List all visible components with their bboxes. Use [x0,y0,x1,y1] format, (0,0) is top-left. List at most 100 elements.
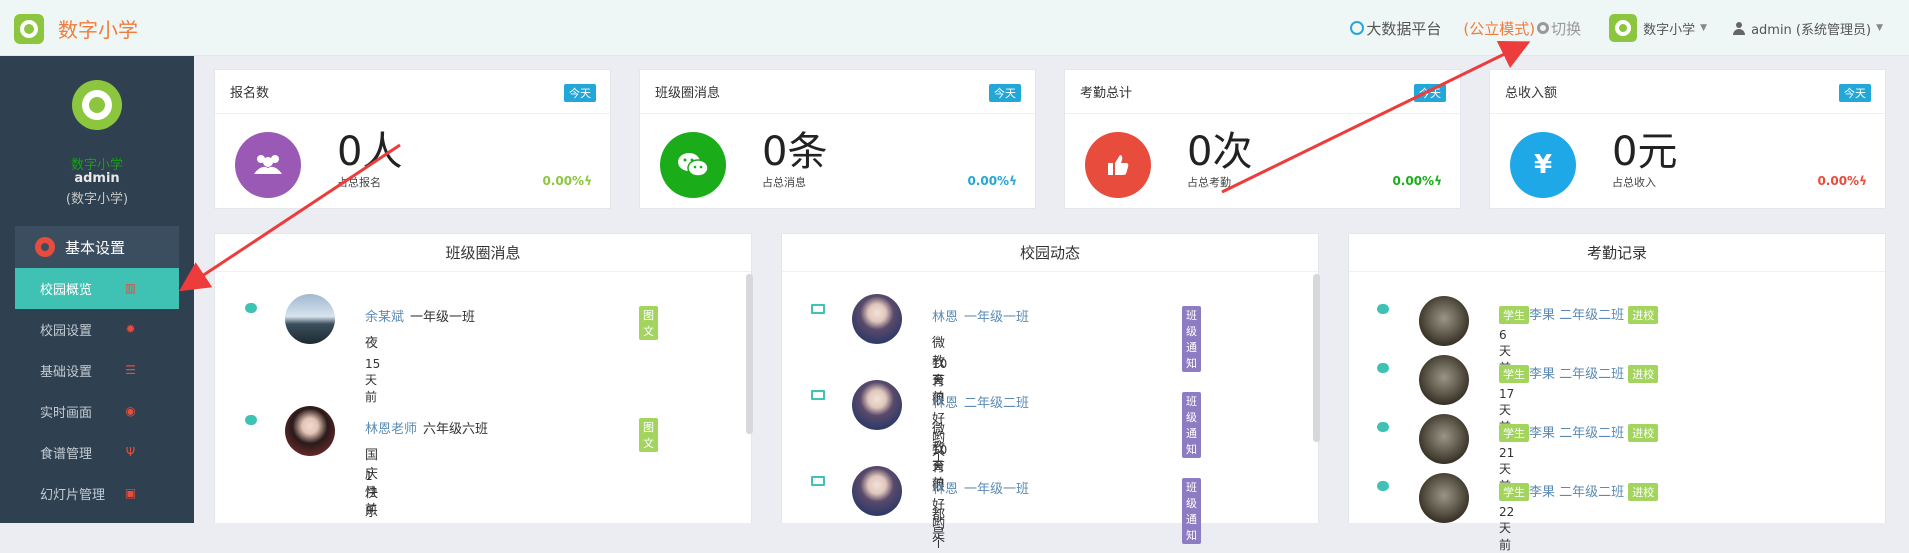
role-badge: 学生 [1499,483,1529,501]
feed-author-name: 林恩 [932,310,959,325]
eye-icon: ◉ [125,404,136,418]
feed-author[interactable]: 林恩老师 六年级六班 [365,418,488,437]
scrollbar[interactable] [746,274,753,434]
list-icon: ☰ [125,363,136,377]
yen-icon: ¥ [1510,132,1576,198]
stat-subtitle: 占总报名 [337,176,381,189]
sidebar-item-basic-settings[interactable]: 基础设置 ☰ [15,350,179,391]
today-badge: 今天 [1414,84,1446,102]
attendance-line[interactable]: 学生 李果 二年级二班 进校 [1499,304,1659,324]
circle-icon [1350,21,1365,35]
avatar [1419,296,1469,346]
feed-author[interactable]: 余某斌 一年级一班 [365,306,475,325]
feed-author[interactable]: 林恩 一年级一班 [932,306,1029,325]
globe-icon [1615,20,1632,36]
wechat-icon [660,132,726,198]
school-avatar [72,80,122,130]
feed-author-name: 林恩 [932,482,959,497]
avatar [1419,414,1469,464]
monitor-icon [811,304,825,314]
attendance-line[interactable]: 学生 李果 二年级二班 进校 [1499,422,1659,442]
stat-title: 班级圈消息 [655,86,721,101]
feed-author[interactable]: 林恩 一年级一班 [932,478,1029,497]
sidebar-item-slides[interactable]: 幻灯片管理 ▣ [15,473,179,514]
sidebar-item-recipes[interactable]: 食谱管理 Ψ [15,432,179,473]
feed-author[interactable]: 林恩 二年级二班 [932,392,1029,411]
panel-title: 考勤记录 [1349,234,1885,272]
top-bar: 数字小学 大数据平台 (公立模式) 切换 数字小学 ▼ admin (系统管理员)… [0,0,1909,56]
stat-subtitle: 占总消息 [762,176,806,189]
avatar [852,380,902,430]
stat-card-income: 总收入额 今天 ¥ 0元 占总收入 0.00%ϟ [1489,69,1886,209]
stat-title: 报名数 [230,86,270,101]
switch-mode-button[interactable]: 切换 [1537,18,1581,39]
stat-card-header: 报名数 今天 [215,70,610,114]
user-dropdown-label: admin (系统管理员) [1751,22,1872,38]
panel-title: 班级圈消息 [215,234,751,272]
switch-icon [1537,22,1550,34]
sidebar-item-label: 食谱管理 [40,447,93,462]
attendance-line[interactable]: 学生 李果 二年级二班 进校 [1499,481,1659,501]
stat-subtitle: 占总考勤 [1187,176,1231,189]
type-badge: 班级通知 [1182,306,1201,372]
stat-percent: 0.00%ϟ [1817,174,1867,188]
panel-attendance: 考勤记录 学生李果 二年级二班 进校 6 天前 学生李果 二年级二班 进校 17… [1348,233,1886,552]
stat-percent-value: 0.00% [967,174,1010,188]
caret-down-icon: ▼ [1876,23,1883,33]
bolt-icon: ϟ [1009,174,1017,188]
wechat-icon [1377,481,1389,491]
stat-card-attendance: 考勤总计 今天 0次 占总考勤 0.00%ϟ [1064,69,1461,209]
gear-icon: ✹ [125,322,136,336]
wechat-icon [1377,422,1389,432]
menu-group-label: 基本设置 [65,238,126,257]
type-badge: 班级通知 [1182,392,1201,458]
sidebar-username: admin [74,171,120,186]
feed-class: 一年级一班 [964,482,1030,497]
avatar [1419,355,1469,405]
today-badge: 今天 [1839,84,1871,102]
sidebar-item-label: 幻灯片管理 [40,488,106,503]
feed-time: 15 天前 [365,357,381,404]
school-dropdown-label: 数字小学 [1643,22,1696,38]
sidebar-item-label: 校园设置 [40,324,93,339]
attendance-line[interactable]: 学生 李果 二年级二班 进校 [1499,363,1659,383]
status-badge: 进校 [1628,365,1659,383]
feed-text: 夜 [365,336,379,351]
stat-card-enrollment: 报名数 今天 0人 占总报名 0.00%ϟ [214,69,611,209]
bigdata-link[interactable]: 大数据平台 [1350,18,1441,39]
bolt-icon: ϟ [1859,174,1867,188]
stat-card-class-messages: 班级圈消息 今天 0条 占总消息 0.00%ϟ [639,69,1036,209]
user-dropdown[interactable]: admin (系统管理员) ▼ [1733,19,1883,38]
sidebar-item-label: 基础设置 [40,365,93,380]
bank-icon: ▥ [124,281,137,295]
status-badge: 进校 [1628,424,1659,442]
wechat-icon [1377,304,1389,314]
thumbs-up-icon [1085,132,1151,198]
sidebar-item-campus-overview[interactable]: 校园概览 ▥ [15,268,179,309]
sidebar-item-live-view[interactable]: 实时画面 ◉ [15,391,179,432]
mode-label: (公立模式) [1463,19,1536,38]
school-dropdown[interactable]: 数字小学 ▼ [1609,14,1707,42]
attendance-name: 李果 二年级二班 [1529,426,1625,441]
stat-title: 总收入额 [1505,86,1558,101]
brand-logo[interactable] [14,14,44,44]
feed-text: 都是 [932,508,946,542]
scrollbar[interactable] [1313,274,1320,442]
sidebar: 数字小学 admin (数字小学) 基本设置 校园概览 ▥ 校园设置 ✹ 基础设置 ☰… [0,56,194,523]
sidebar-item-label: 实时画面 [40,406,93,421]
today-badge: 今天 [989,84,1021,102]
top-right-menu: 大数据平台 (公立模式) 切换 数字小学 ▼ admin (系统管理员) ▼ [1350,0,1909,56]
feed-class: 六年级六班 [423,422,489,437]
feed-class: 一年级一班 [410,310,476,325]
stat-value: 0人 [337,129,403,175]
menu-group-basic-settings[interactable]: 基本设置 [15,226,179,268]
stat-card-header: 考勤总计 今天 [1065,70,1460,114]
avatar [285,294,335,344]
feed-class: 一年级一班 [964,310,1030,325]
brand-name[interactable]: 数字小学 [58,14,138,43]
panel-campus-news: 校园动态 林恩 一年级一班 班级通知 微教育很好哟个 10 天前 林恩 二年级二班 … [781,233,1320,551]
school-logo [1609,14,1638,42]
role-badge: 学生 [1499,424,1529,442]
sidebar-item-campus-settings[interactable]: 校园设置 ✹ [15,309,179,350]
picture-icon: ▣ [124,486,137,500]
